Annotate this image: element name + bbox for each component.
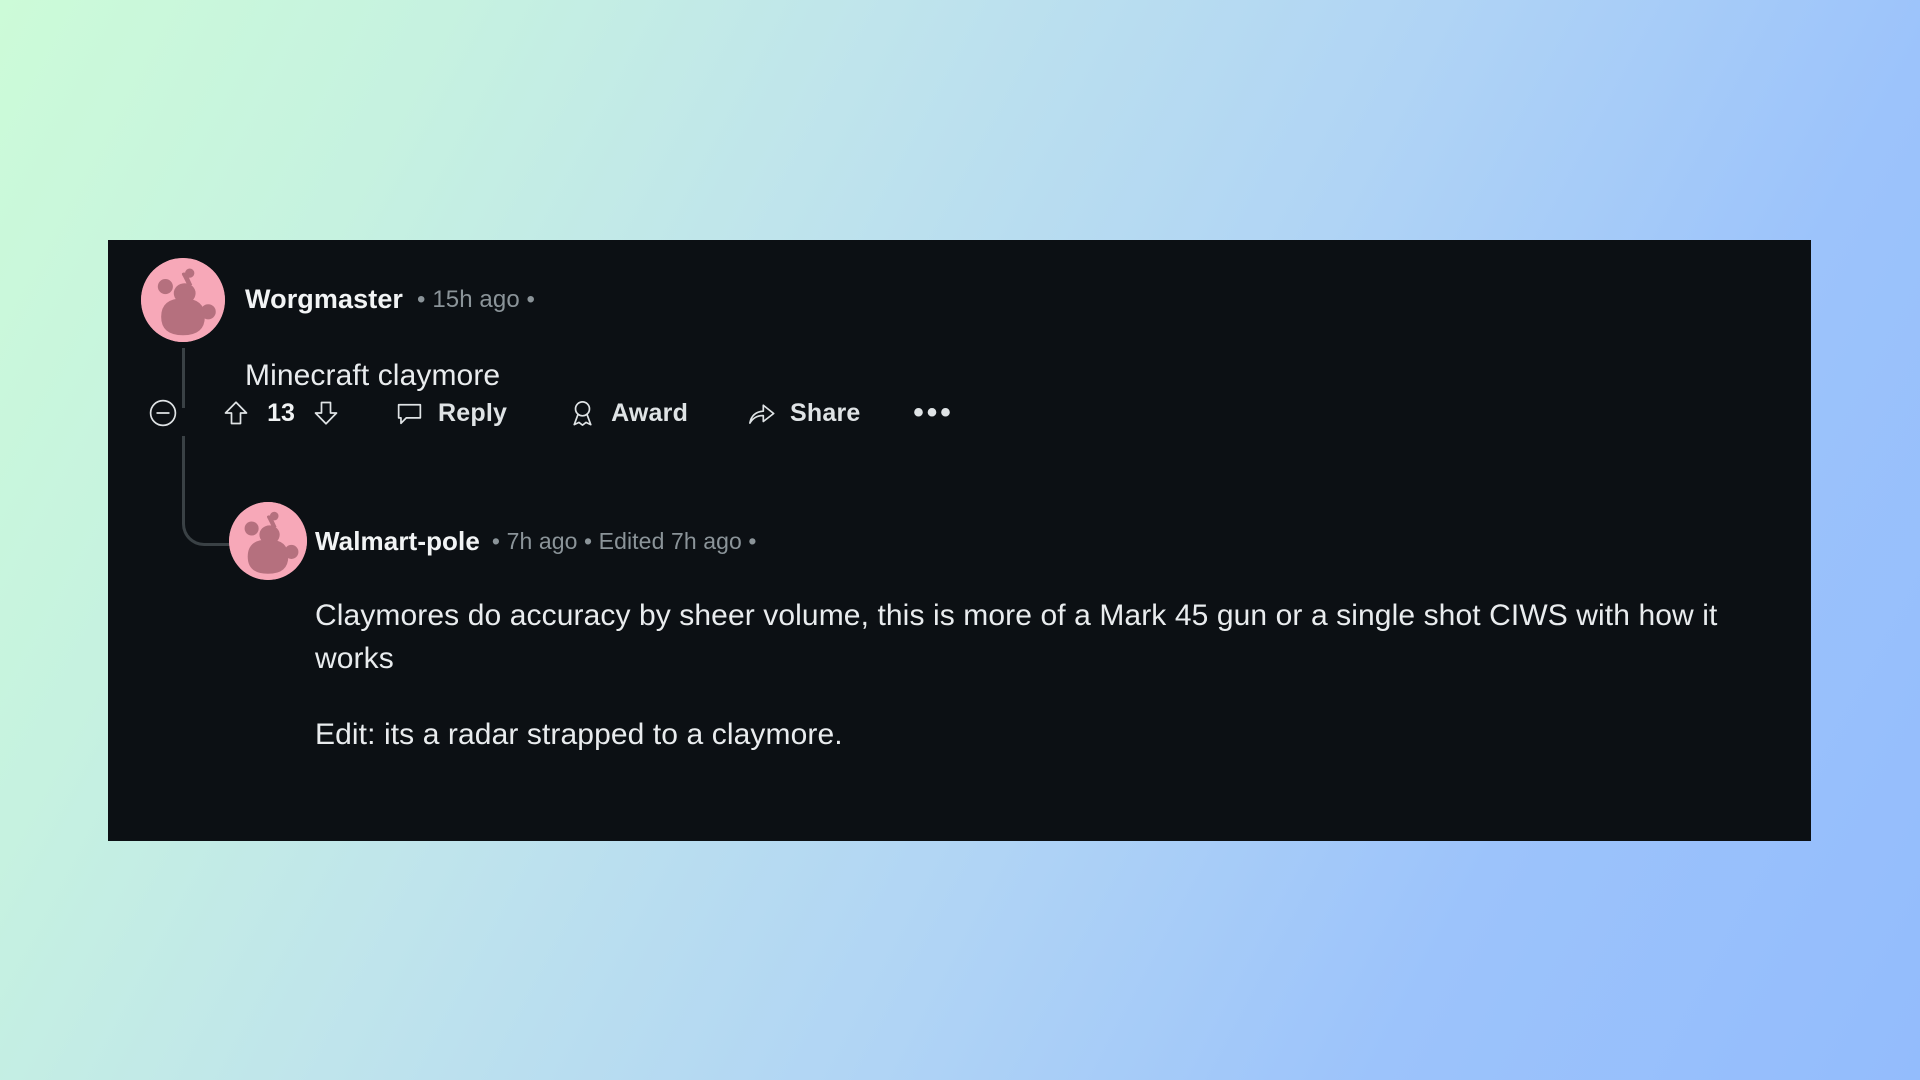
- downvote-arrow-icon: [311, 398, 341, 428]
- comment-timestamp: • 15h ago •: [417, 285, 536, 313]
- thread-line-curve: [182, 490, 234, 546]
- share-arrow-icon: [746, 398, 777, 429]
- reddit-snoo-avatar-icon: [229, 502, 307, 580]
- ellipsis-icon: •••: [913, 396, 954, 429]
- comment-author[interactable]: Worgmaster: [245, 284, 403, 315]
- avatar[interactable]: [141, 258, 225, 342]
- reply-label: Reply: [438, 398, 508, 427]
- downvote-button[interactable]: [306, 390, 346, 436]
- upvote-arrow-icon: [221, 398, 251, 428]
- more-options-button[interactable]: •••: [911, 390, 957, 436]
- comment-action-bar: 13 Reply Award Share •••: [140, 390, 957, 436]
- share-label: Share: [790, 398, 861, 427]
- comment-paragraph: Claymores do accuracy by sheer volume, t…: [315, 599, 1718, 675]
- reddit-snoo-avatar-icon: [141, 258, 225, 342]
- award-label: Award: [611, 398, 689, 427]
- comment-body: Claymores do accuracy by sheer volume, t…: [315, 595, 1745, 757]
- comment-bubble-icon: [394, 398, 425, 429]
- comment-header: Walmart-pole • 7h ago • Edited 7h ago •: [315, 526, 757, 557]
- vote-group: 13: [216, 390, 346, 436]
- share-button[interactable]: Share: [746, 390, 860, 436]
- award-button[interactable]: Award: [567, 390, 688, 436]
- upvote-button[interactable]: [216, 390, 256, 436]
- comment-author[interactable]: Walmart-pole: [315, 526, 480, 557]
- thread-line-lower[interactable]: [182, 436, 185, 498]
- comment-timestamp: • 7h ago • Edited 7h ago •: [491, 528, 757, 554]
- avatar[interactable]: [229, 502, 307, 580]
- comment-card: Worgmaster • 15h ago • Minecraft claymor…: [108, 240, 1811, 841]
- comment-paragraph: Edit: its a radar strapped to a claymore…: [315, 717, 843, 751]
- award-medal-icon: [567, 398, 598, 429]
- collapse-thread-button[interactable]: [140, 390, 186, 436]
- minus-circle-icon: [147, 397, 179, 429]
- reply-button[interactable]: Reply: [394, 390, 507, 436]
- vote-count: 13: [267, 398, 295, 427]
- comment-header: Worgmaster • 15h ago •: [245, 284, 535, 315]
